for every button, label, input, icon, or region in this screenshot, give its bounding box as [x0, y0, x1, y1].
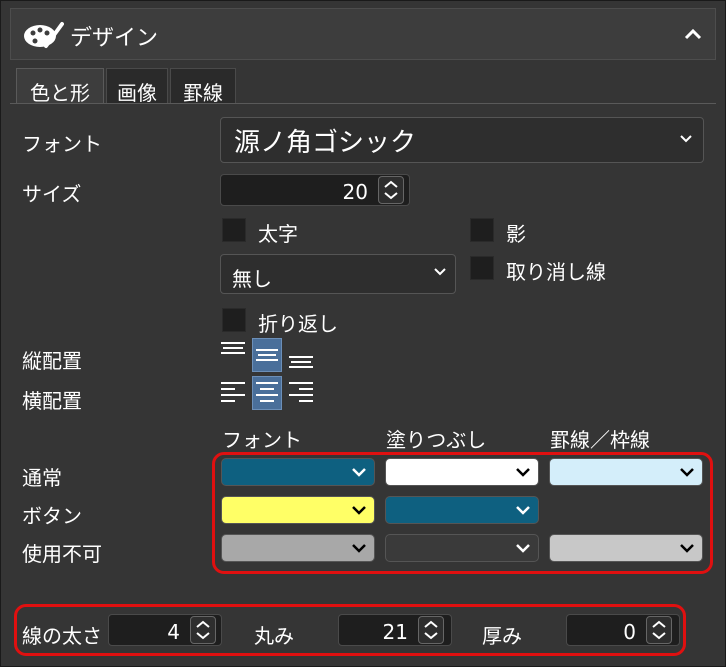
wrap-label: 折り返し [258, 312, 338, 336]
size-label: サイズ [22, 182, 82, 206]
disabled-row-label: 使用不可 [22, 542, 102, 566]
valign-bottom-button[interactable] [286, 338, 316, 372]
round-spin-buttons[interactable] [418, 616, 444, 644]
halign-left-button[interactable] [218, 376, 248, 410]
depth-label: 厚み [482, 624, 522, 648]
valign-top-button[interactable] [218, 338, 248, 372]
spin-arrows-icon [424, 620, 438, 640]
chevron-down-icon [434, 268, 446, 276]
line-width-spin-buttons[interactable] [190, 616, 216, 644]
tab-image[interactable]: 画像 [106, 68, 168, 105]
round-value: 21 [382, 620, 408, 644]
color-highlight-frame [212, 452, 713, 574]
round-label: 丸み [254, 624, 294, 648]
depth-spin-buttons[interactable] [646, 616, 672, 644]
bold-checkbox[interactable] [222, 218, 246, 242]
normal-row-label: 通常 [22, 466, 62, 490]
font-select-value: 源ノ角ゴシック [234, 128, 417, 158]
strikethrough-label: 取り消し線 [506, 260, 606, 284]
depth-value: 0 [623, 620, 636, 644]
border-color-header: 罫線／枠線 [550, 428, 650, 452]
size-value: 20 [342, 180, 368, 204]
tab-border[interactable]: 罫線 [170, 68, 236, 105]
spin-arrows-icon [196, 620, 210, 640]
tab-color-shape[interactable]: 色と形 [16, 68, 104, 105]
bold-label: 太字 [258, 222, 298, 246]
valign-label: 縦配置 [22, 349, 82, 373]
strikethrough-checkbox[interactable] [470, 256, 494, 280]
line-width-value: 4 [167, 620, 180, 644]
chevron-up-icon[interactable] [684, 28, 702, 40]
palette-icon [24, 22, 64, 48]
align-center-icon [256, 382, 278, 402]
valign-middle-button[interactable] [252, 338, 282, 372]
align-top-icon [221, 342, 245, 354]
halign-right-button[interactable] [286, 376, 316, 410]
font-label: フォント [22, 132, 102, 156]
line-width-label: 線の太さ [22, 624, 102, 648]
shadow-label: 影 [506, 222, 526, 246]
align-bottom-icon [289, 356, 313, 368]
halign-label: 横配置 [22, 389, 82, 413]
align-left-icon [221, 382, 245, 402]
spin-arrows-icon [652, 620, 666, 640]
size-spin-buttons[interactable] [378, 176, 404, 204]
panel-title: デザイン [70, 26, 159, 51]
button-row-label: ボタン [22, 504, 82, 528]
spin-arrows-icon [384, 180, 398, 200]
tab-divider [10, 103, 716, 104]
wrap-checkbox[interactable] [222, 308, 246, 332]
align-right-icon [289, 382, 313, 402]
font-color-header: フォント [222, 428, 302, 452]
align-middle-icon [256, 349, 278, 361]
fill-color-header: 塗りつぶし [386, 428, 487, 452]
decoration-value: 無し [232, 267, 272, 291]
halign-center-button[interactable] [252, 376, 282, 410]
shadow-checkbox[interactable] [470, 218, 494, 242]
chevron-down-icon [680, 135, 692, 143]
